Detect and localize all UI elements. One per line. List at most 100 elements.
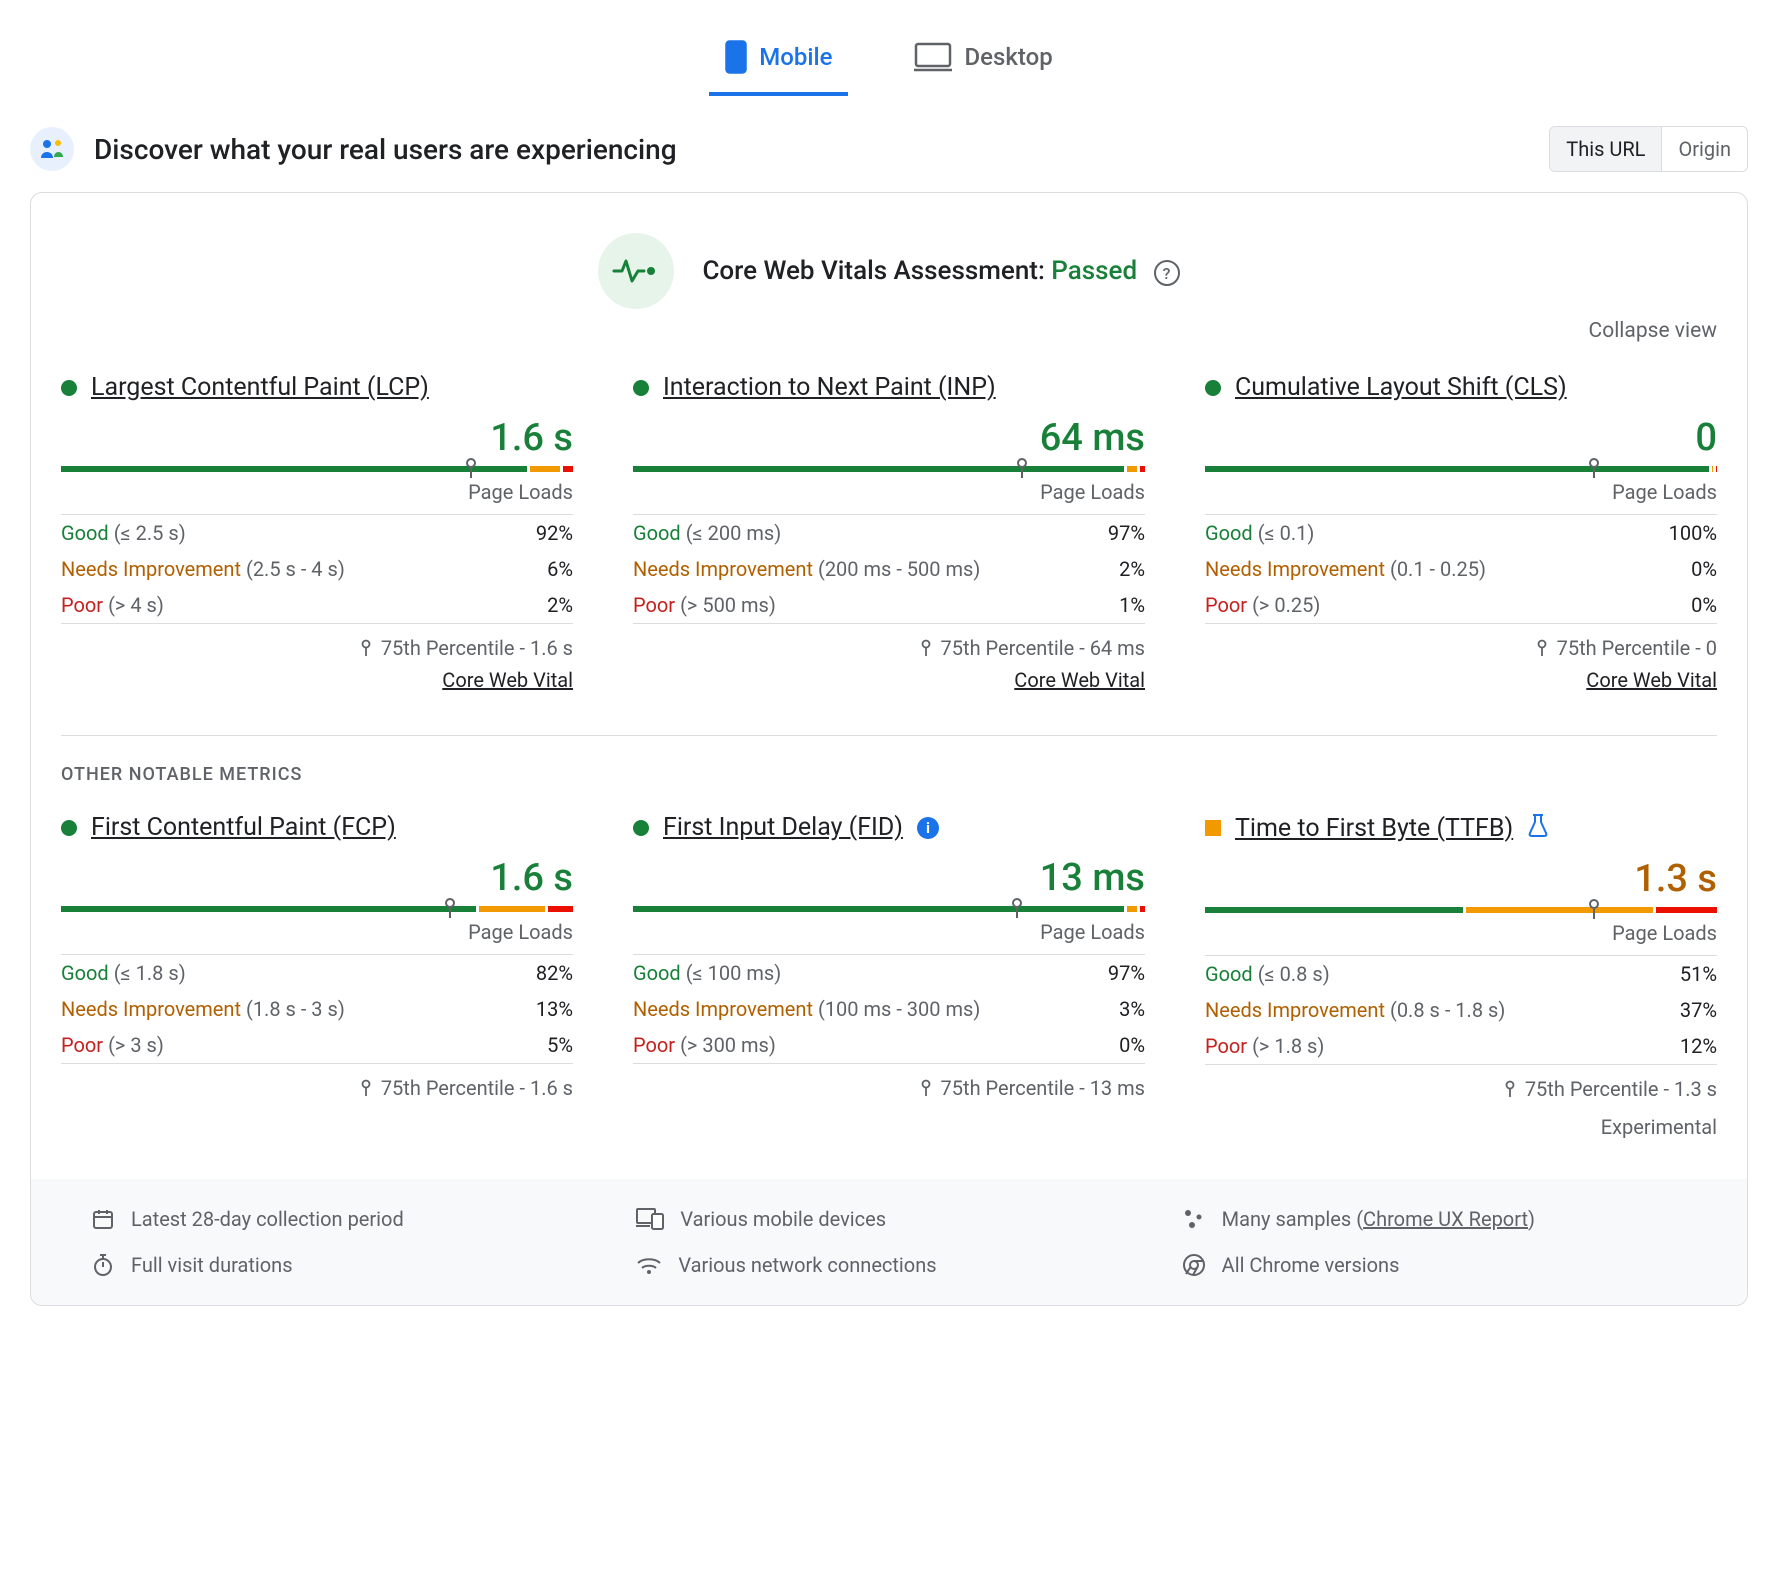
poor-threshold: (> 300 ms) bbox=[680, 1033, 776, 1057]
metric-value: 13 ms bbox=[633, 856, 1145, 900]
assessment-label: Core Web Vitals Assessment: bbox=[702, 256, 1051, 286]
good-label: Good bbox=[61, 521, 109, 545]
good-threshold: (≤ 2.5 s) bbox=[114, 521, 186, 545]
needs-improvement-label: Needs Improvement bbox=[1205, 557, 1385, 581]
good-percent: 51% bbox=[1680, 962, 1717, 986]
poor-label: Poor bbox=[61, 593, 103, 617]
chrome-icon bbox=[1182, 1253, 1206, 1277]
status-dot-icon bbox=[61, 820, 77, 836]
poor-label: Poor bbox=[61, 1033, 103, 1057]
percentile-marker-icon bbox=[1012, 898, 1022, 918]
assessment-row: Core Web Vitals Assessment: Passed ? bbox=[61, 233, 1717, 309]
poor-percent: 5% bbox=[547, 1033, 573, 1057]
page-loads-label: Page Loads bbox=[633, 920, 1145, 944]
metric-title-link[interactable]: First Contentful Paint (FCP) bbox=[91, 813, 396, 842]
metric-title-link[interactable]: Interaction to Next Paint (INP) bbox=[663, 373, 996, 402]
needs-improvement-label: Needs Improvement bbox=[61, 997, 241, 1021]
status-dot-icon bbox=[633, 380, 649, 396]
marker-icon bbox=[361, 639, 371, 657]
needs-improvement-label: Needs Improvement bbox=[61, 557, 241, 581]
vitals-pulse-icon bbox=[598, 233, 674, 309]
flask-icon[interactable] bbox=[1527, 813, 1549, 843]
ni-threshold: (200 ms - 500 ms) bbox=[818, 557, 980, 581]
footer-durations-text: Full visit durations bbox=[131, 1253, 293, 1277]
poor-label: Poor bbox=[1205, 1034, 1247, 1058]
poor-threshold: (> 500 ms) bbox=[680, 593, 776, 617]
assessment-help-icon[interactable]: ? bbox=[1154, 260, 1180, 286]
metric-title-link[interactable]: First Input Delay (FID) bbox=[663, 813, 903, 842]
footer-devices: Various mobile devices bbox=[636, 1207, 1141, 1231]
poor-threshold: (> 4 s) bbox=[108, 593, 164, 617]
poor-threshold: (> 1.8 s) bbox=[1252, 1034, 1324, 1058]
ni-percent: 37% bbox=[1680, 998, 1717, 1022]
ni-percent: 13% bbox=[536, 997, 573, 1021]
collapse-view-link[interactable]: Collapse view bbox=[61, 319, 1717, 343]
core-web-vital-link[interactable]: Core Web Vital bbox=[61, 668, 573, 693]
good-threshold: (≤ 1.8 s) bbox=[114, 961, 186, 985]
core-web-vital-link[interactable]: Core Web Vital bbox=[633, 668, 1145, 693]
header-title: Discover what your real users are experi… bbox=[94, 133, 677, 166]
footer-durations: Full visit durations bbox=[91, 1253, 596, 1277]
status-dot-icon bbox=[633, 820, 649, 836]
percentile-text: 75th Percentile - 0 bbox=[1205, 624, 1717, 668]
ni-percent: 2% bbox=[1119, 557, 1145, 581]
percentile-marker-icon bbox=[466, 458, 476, 478]
crux-panel: Core Web Vitals Assessment: Passed ? Col… bbox=[30, 192, 1748, 1306]
experimental-label: Experimental bbox=[1205, 1115, 1717, 1139]
ni-percent: 3% bbox=[1119, 997, 1145, 1021]
footer-network: Various network connections bbox=[636, 1253, 1141, 1277]
section-divider bbox=[61, 735, 1717, 736]
distribution-bar bbox=[633, 906, 1145, 912]
core-web-vital-link[interactable]: Core Web Vital bbox=[1205, 668, 1717, 693]
poor-percent: 1% bbox=[1119, 593, 1145, 617]
good-label: Good bbox=[1205, 521, 1253, 545]
status-dot-icon bbox=[1205, 380, 1221, 396]
scope-toggle: This URL Origin bbox=[1549, 126, 1748, 172]
marker-icon bbox=[361, 1079, 371, 1097]
metric-value: 1.6 s bbox=[61, 416, 573, 460]
info-icon[interactable]: i bbox=[917, 817, 939, 839]
good-label: Good bbox=[633, 521, 681, 545]
tab-desktop[interactable]: Desktop bbox=[898, 20, 1068, 96]
calendar-icon bbox=[91, 1207, 115, 1231]
assessment-text: Core Web Vitals Assessment: Passed ? bbox=[702, 256, 1179, 287]
status-dot-icon bbox=[61, 380, 77, 396]
status-square-icon bbox=[1205, 820, 1221, 836]
metric-title-link[interactable]: Largest Contentful Paint (LCP) bbox=[91, 373, 429, 402]
metric-title-link[interactable]: Time to First Byte (TTFB) bbox=[1235, 814, 1513, 843]
marker-icon bbox=[1537, 639, 1547, 657]
metric-value: 64 ms bbox=[633, 416, 1145, 460]
footer-network-text: Various network connections bbox=[678, 1253, 936, 1277]
ni-threshold: (1.8 s - 3 s) bbox=[246, 997, 345, 1021]
footer-samples-text: Many samples (Chrome UX Report) bbox=[1222, 1207, 1535, 1231]
needs-improvement-label: Needs Improvement bbox=[633, 557, 813, 581]
scope-this-url[interactable]: This URL bbox=[1550, 127, 1661, 171]
percentile-marker-icon bbox=[1017, 458, 1027, 478]
scope-origin[interactable]: Origin bbox=[1661, 127, 1747, 171]
good-percent: 92% bbox=[536, 521, 573, 545]
assessment-status: Passed bbox=[1051, 256, 1137, 286]
page-loads-label: Page Loads bbox=[1205, 480, 1717, 504]
header-users-icon bbox=[30, 127, 74, 171]
footer-period-text: Latest 28-day collection period bbox=[131, 1207, 404, 1231]
needs-improvement-label: Needs Improvement bbox=[633, 997, 813, 1021]
chrome-ux-report-link[interactable]: Chrome UX Report bbox=[1363, 1207, 1528, 1231]
metadata-footer: Latest 28-day collection period Various … bbox=[31, 1179, 1747, 1305]
percentile-text: 75th Percentile - 13 ms bbox=[633, 1064, 1145, 1108]
metric-title-link[interactable]: Cumulative Layout Shift (CLS) bbox=[1235, 373, 1567, 402]
desktop-icon bbox=[914, 42, 952, 72]
metric-cls: Cumulative Layout Shift (CLS) 0 Page Loa… bbox=[1205, 373, 1717, 693]
good-percent: 97% bbox=[1108, 961, 1145, 985]
other-metrics-grid: First Contentful Paint (FCP) 1.6 s Page … bbox=[61, 813, 1717, 1139]
footer-versions-text: All Chrome versions bbox=[1222, 1253, 1400, 1277]
needs-improvement-label: Needs Improvement bbox=[1205, 998, 1385, 1022]
tab-desktop-label: Desktop bbox=[964, 43, 1052, 71]
poor-percent: 2% bbox=[547, 593, 573, 617]
tab-mobile-label: Mobile bbox=[759, 43, 832, 71]
stopwatch-icon bbox=[91, 1253, 115, 1277]
tab-mobile[interactable]: Mobile bbox=[709, 20, 848, 96]
page-loads-label: Page Loads bbox=[61, 920, 573, 944]
header-row: Discover what your real users are experi… bbox=[30, 126, 1748, 172]
distribution-bar bbox=[1205, 907, 1717, 913]
good-percent: 100% bbox=[1669, 521, 1717, 545]
